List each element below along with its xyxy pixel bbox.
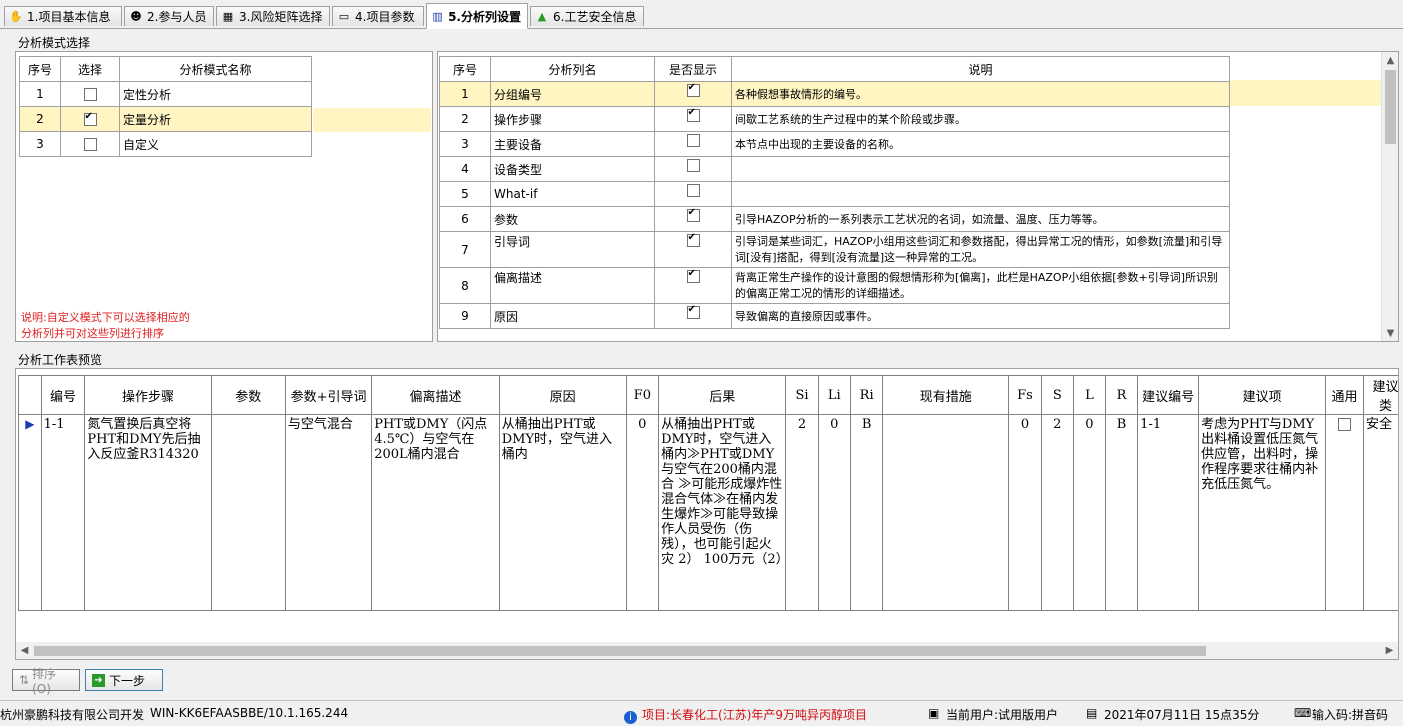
calendar-icon: ▤ [1086, 706, 1098, 720]
general-checkbox[interactable] [1338, 418, 1352, 431]
mode-checkbox-1[interactable] [83, 88, 97, 101]
tab-project-info[interactable]: ✋ 1.项目基本信息 [4, 6, 122, 26]
scroll-right-icon[interactable]: ▶ [1381, 642, 1398, 659]
worksheet-table: 编号 操作步骤 参数 参数+引导词 偏离描述 原因 F0 后果 Si Li Ri… [18, 375, 1398, 611]
tab-project-params[interactable]: ▭ 4.项目参数 [332, 6, 424, 26]
matrix-icon: ▦ [222, 10, 234, 23]
scroll-thumb[interactable] [1385, 70, 1396, 144]
show-checkbox[interactable] [686, 82, 700, 97]
status-company: 杭州豪鹏科技有限公司开发 [0, 708, 145, 722]
tab-participants[interactable]: ☻ 2.参与人员 [124, 6, 214, 26]
show-checkbox[interactable] [686, 134, 700, 147]
next-arrow-icon: ➜ [92, 673, 105, 687]
show-checkbox[interactable] [686, 232, 700, 247]
selected-row-fill [313, 108, 431, 132]
worksheet-horizontal-scrollbar[interactable]: ◀ ▶ [16, 642, 1398, 659]
tab-bar: ✋ 1.项目基本信息 ☻ 2.参与人员 ▦ 3.风险矩阵选择 ▭ 4.项目参数 ▥ 5.分… [0, 0, 1403, 29]
table-row[interactable]: 1 分组编号 各种假想事故情形的编号。 [439, 81, 1230, 107]
scroll-left-icon[interactable]: ◀ [16, 642, 33, 659]
table-row[interactable]: 6 参数 引导HAZOP分析的一系列表示工艺状况的名词，如流量、温度、压力等等。 [439, 206, 1230, 232]
keyboard-icon: ⌨ [1294, 706, 1312, 720]
status-project: 项目:长春化工(江苏)年产9万吨异丙醇项目 [642, 708, 868, 722]
table-row[interactable]: 3 自定义 [19, 131, 312, 157]
columns-vertical-scrollbar[interactable]: ▲ ▼ [1381, 52, 1398, 341]
hand-icon: ✋ [9, 10, 23, 23]
col-name-header: 分析列名 [490, 56, 655, 82]
status-ime: 输入码:拼音码 [1312, 708, 1389, 722]
tab-risk-matrix[interactable]: ▦ 3.风险矩阵选择 [216, 6, 330, 26]
scroll-up-icon[interactable]: ▲ [1382, 52, 1398, 68]
params-icon: ▭ [338, 10, 350, 23]
table-row[interactable]: 9 原因 导致偏离的直接原因或事件。 [439, 303, 1230, 329]
scroll-thumb[interactable] [34, 646, 1206, 656]
table-row[interactable]: 3 主要设备 本节点中出现的主要设备的名称。 [439, 131, 1230, 157]
status-bar: 杭州豪鹏科技有限公司开发 WIN-KK6EFAASBBE/10.1.165.24… [0, 700, 1403, 726]
show-checkbox[interactable] [686, 159, 700, 172]
worksheet-row[interactable]: ▶ 1-1 氮气置换后真空将PHT和DMY先后抽入反应釜R314320 与空气混… [18, 414, 1398, 611]
show-checkbox[interactable] [686, 268, 700, 283]
tab-process-safety[interactable]: ▲ 6.工艺安全信息 [530, 6, 644, 26]
table-row[interactable]: 2 操作步骤 间歇工艺系统的生产过程中的某个阶段或步骤。 [439, 106, 1230, 132]
worksheet-section-title: 分析工作表预览 [18, 353, 103, 367]
table-row[interactable]: 2 定量分析 [19, 106, 312, 132]
sort-button[interactable]: ⇅ 排序(O) [12, 667, 80, 696]
table-row[interactable]: 4 设备类型 [439, 156, 1230, 182]
row-header-corner [18, 375, 42, 415]
mode-section-title: 分析模式选择 [18, 36, 91, 50]
tab-analysis-columns[interactable]: ▥ 5.分析列设置 [426, 3, 528, 29]
status-datetime: 2021年07月11日 15点35分 [1104, 708, 1260, 722]
show-checkbox[interactable] [686, 184, 700, 197]
mode-col-no: 序号 [19, 56, 61, 82]
table-row[interactable]: 5 What-if [439, 181, 1230, 207]
col-show-header: 是否显示 [654, 56, 732, 82]
col-desc-header: 说明 [731, 56, 1230, 82]
mode-col-select: 选择 [60, 56, 120, 82]
next-step-button[interactable]: ➜ 下一步 [85, 669, 163, 691]
mode-checkbox-2[interactable] [83, 111, 97, 126]
scroll-down-icon[interactable]: ▼ [1382, 325, 1398, 341]
sort-icon: ⇅ [19, 673, 30, 687]
mode-checkbox-3[interactable] [83, 138, 97, 151]
col-no-header: 序号 [439, 56, 491, 82]
status-machine: WIN-KK6EFAASBBE/10.1.165.244 [150, 706, 349, 720]
mode-table: 序号 选择 分析模式名称 1 定性分析 2 定量分析 3 自定义 [19, 56, 312, 157]
mode-col-name: 分析模式名称 [119, 56, 312, 82]
flask-icon: ▲ [537, 10, 547, 23]
show-checkbox[interactable] [686, 207, 700, 222]
show-checkbox[interactable] [686, 304, 700, 319]
mode-panel: 序号 选择 分析模式名称 1 定性分析 2 定量分析 3 自定义 说明:自定义模… [15, 51, 433, 342]
status-user: 当前用户:试用版用户 [946, 708, 1059, 722]
columns-icon: ▥ [432, 9, 443, 23]
table-row[interactable]: 8 偏离描述 背离正常生产操作的设计意图的假想情形称为[偏离]，此栏是HAZOP… [439, 267, 1230, 304]
current-row-indicator-icon: ▶ [18, 414, 42, 611]
user-icon: ▣ [928, 706, 940, 720]
show-checkbox[interactable] [686, 107, 700, 122]
mode-note: 说明:自定义模式下可以选择相应的 分析列并可对这些列进行排序 [21, 311, 190, 340]
worksheet-panel: 编号 操作步骤 参数 参数+引导词 偏离描述 原因 F0 后果 Si Li Ri… [15, 368, 1399, 660]
columns-panel: 序号 分析列名 是否显示 说明 1 分组编号 各种假想事故情形的编号。 2 操作… [437, 51, 1399, 342]
columns-table: 序号 分析列名 是否显示 说明 1 分组编号 各种假想事故情形的编号。 2 操作… [439, 56, 1230, 329]
people-icon: ☻ [130, 10, 142, 23]
table-row[interactable]: 1 定性分析 [19, 81, 312, 107]
table-row[interactable]: 7 引导词 引导词是某些词汇，HAZOP小组用这些词汇和参数搭配，得出异常工况的… [439, 231, 1230, 268]
